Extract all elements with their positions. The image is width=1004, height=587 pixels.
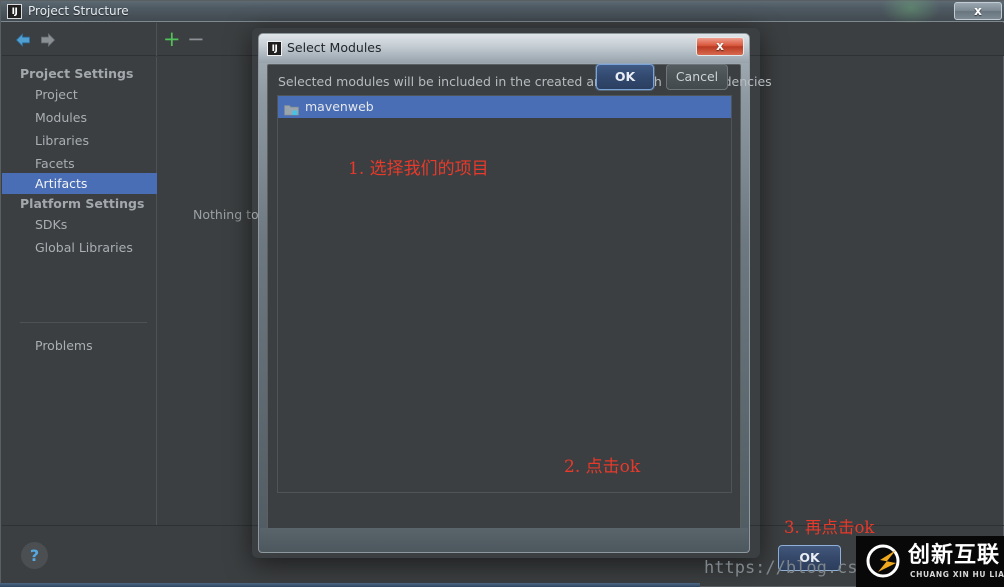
dialog-title: Select Modules	[287, 40, 382, 55]
sidebar-group-platform-settings: Platform Settings	[20, 196, 145, 211]
sidebar-group-project-settings: Project Settings	[20, 66, 134, 81]
taskbar-edge	[0, 583, 700, 587]
list-item[interactable]: mavenweb	[278, 96, 731, 118]
watermark-logo: 创新互联 CHUANG XIN HU LIAN	[856, 536, 1004, 587]
dialog-footer-strip	[260, 528, 748, 552]
sidebar-separator	[20, 322, 147, 323]
sidebar-item-artifacts[interactable]: Artifacts	[2, 173, 157, 194]
sidebar-item-project[interactable]: Project	[2, 84, 157, 105]
module-list[interactable]: mavenweb	[277, 95, 732, 493]
dialog-cancel-button[interactable]: Cancel	[666, 64, 728, 90]
sidebar-item-facets[interactable]: Facets	[2, 153, 157, 174]
dialog-ok-button[interactable]: OK	[596, 64, 654, 90]
sidebar-item-modules[interactable]: Modules	[2, 107, 157, 128]
logo-mark-icon	[866, 544, 900, 578]
select-modules-dialog: IJ Select Modules x Selected modules wil…	[258, 33, 772, 553]
sidebar-item-problems[interactable]: Problems	[2, 335, 157, 356]
add-artifact-button[interactable]: +	[163, 29, 181, 50]
desktop-glow	[881, 0, 941, 25]
module-name: mavenweb	[305, 99, 374, 114]
dialog-titlebar[interactable]: IJ Select Modules x	[259, 34, 749, 63]
help-button[interactable]: ?	[21, 542, 48, 569]
settings-sidebar: Project Settings Project Modules Librari…	[2, 57, 157, 525]
intellij-icon: IJ	[7, 4, 22, 19]
logo-text-pinyin: CHUANG XIN HU LIAN	[910, 570, 1004, 579]
empty-state-text: Nothing to	[193, 207, 259, 222]
toolbar-divider	[156, 23, 157, 56]
sidebar-item-sdks[interactable]: SDKs	[2, 214, 157, 235]
remove-artifact-button[interactable]: −	[187, 29, 205, 50]
sidebar-item-libraries[interactable]: Libraries	[2, 130, 157, 151]
folder-icon	[284, 101, 299, 116]
main-window-close-button[interactable]: x	[954, 2, 1002, 20]
main-window-titlebar[interactable]: IJ Project Structure x	[1, 0, 1004, 25]
background-ok-button[interactable]: OK	[778, 545, 841, 571]
logo-text-cn: 创新互联	[908, 543, 1001, 568]
sidebar-item-global-libraries[interactable]: Global Libraries	[2, 237, 157, 258]
dialog-body: Selected modules will be included in the…	[267, 64, 772, 545]
main-window-title: Project Structure	[28, 4, 129, 18]
back-arrow-icon[interactable]	[15, 32, 31, 47]
dialog-intellij-icon: IJ	[267, 41, 282, 56]
screen-root: IJ Project Structure x + − Project Setti…	[0, 0, 1004, 587]
forward-arrow-icon[interactable]	[40, 32, 56, 47]
dialog-button-bar	[259, 479, 749, 524]
dialog-close-button[interactable]: x	[696, 37, 744, 56]
